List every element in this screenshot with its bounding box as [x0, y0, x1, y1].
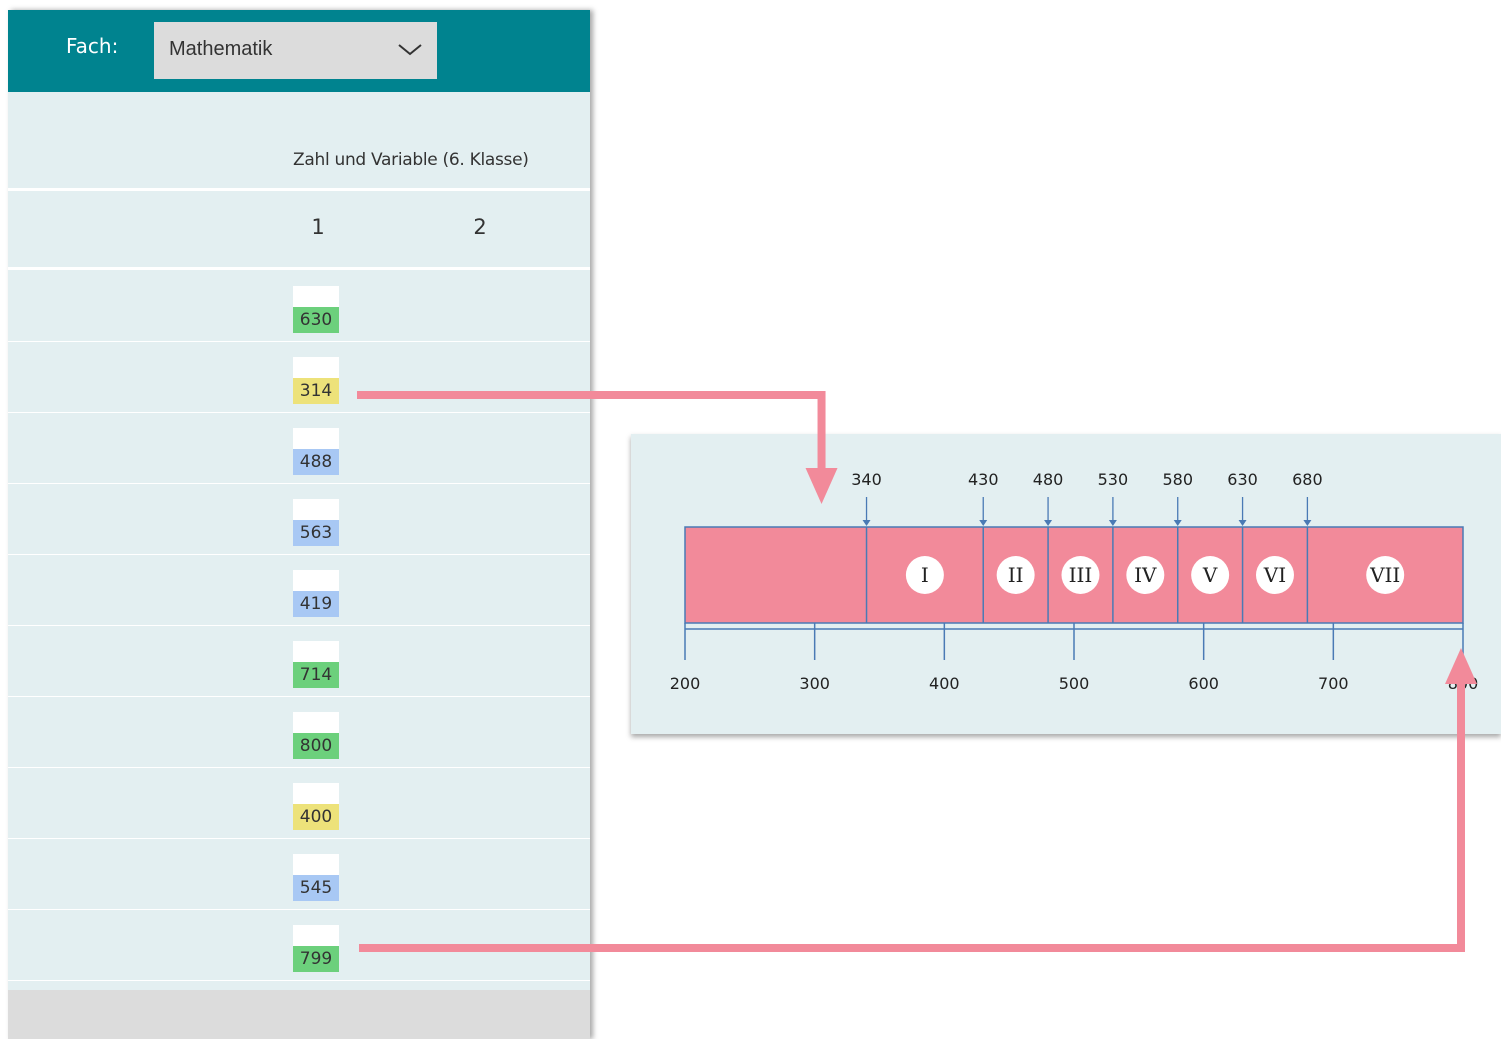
- score-badge[interactable]: 419: [293, 570, 339, 617]
- threshold-label: 530: [1098, 470, 1129, 489]
- table-row: 800: [8, 697, 590, 768]
- threshold-label: 580: [1162, 470, 1193, 489]
- level-label: III: [1069, 563, 1093, 587]
- column-header-1: 1: [311, 215, 325, 239]
- threshold-label: 340: [851, 470, 882, 489]
- axis-tick-label: 500: [1059, 674, 1090, 693]
- score-value: 714: [299, 665, 333, 685]
- score-value: 400: [299, 807, 333, 827]
- axis-tick-label: 200: [670, 674, 701, 693]
- arrow-down-icon: [1173, 520, 1182, 526]
- arrow-down-icon: [1303, 520, 1312, 526]
- score-value: 488: [299, 452, 333, 472]
- table-row: 545: [8, 839, 590, 910]
- score-value: 563: [299, 523, 333, 543]
- arrow-down-icon: [1108, 520, 1117, 526]
- level-label: VII: [1369, 563, 1400, 587]
- table-row: 314: [8, 342, 590, 413]
- chevron-down-icon: [398, 44, 422, 56]
- score-badge[interactable]: 563: [293, 499, 339, 546]
- table-row: 630: [8, 271, 590, 342]
- axis-tick-label: 600: [1188, 674, 1219, 693]
- score-badge[interactable]: 314: [293, 357, 339, 404]
- subject-label: Fach:: [66, 34, 119, 58]
- score-value: 419: [299, 594, 333, 614]
- score-badge[interactable]: 800: [293, 712, 339, 759]
- arrow-down-icon: [1238, 520, 1247, 526]
- threshold-label: 480: [1033, 470, 1064, 489]
- column-header-2: 2: [473, 215, 487, 239]
- arrow-down-icon: [862, 520, 871, 526]
- column-header-row: 1 2: [8, 191, 590, 267]
- panel-footer: [8, 990, 590, 1039]
- competency-group-header: Zahl und Variable (6. Klasse): [8, 92, 590, 188]
- score-badge[interactable]: 799: [293, 925, 339, 972]
- axis-tick-label: 400: [929, 674, 960, 693]
- score-value: 800: [299, 736, 333, 756]
- proficiency-scale: 340 430 480 530 580 630 680I II III IV V VI VII200 30…: [670, 470, 1479, 693]
- level-label: IV: [1134, 563, 1157, 587]
- axis-tick-label: 800: [1448, 674, 1479, 693]
- threshold-label: 430: [968, 470, 999, 489]
- column-divider: [8, 267, 590, 270]
- score-value: 630: [299, 310, 333, 330]
- axis-tick-label: 300: [799, 674, 830, 693]
- threshold-label: 630: [1227, 470, 1258, 489]
- table-row: 400: [8, 768, 590, 839]
- level-label: II: [1008, 563, 1024, 587]
- score-badge[interactable]: 545: [293, 854, 339, 901]
- axis-tick-label: 700: [1318, 674, 1349, 693]
- threshold-label: 680: [1292, 470, 1323, 489]
- table-row: 714: [8, 626, 590, 697]
- subject-select-value: Mathematik: [169, 38, 273, 60]
- table-row: 799: [8, 910, 590, 981]
- level-label: I: [921, 563, 929, 587]
- subject-header: Fach: Mathematik: [8, 10, 590, 92]
- arrow-down-icon: [979, 520, 988, 526]
- table-row: 563: [8, 484, 590, 555]
- score-value: 314: [299, 381, 333, 401]
- arrow-down-icon: [1044, 520, 1053, 526]
- subject-select[interactable]: Mathematik: [154, 22, 437, 79]
- score-value: 545: [299, 878, 333, 898]
- level-label: VI: [1263, 563, 1286, 587]
- competency-group-title: Zahl und Variable (6. Klasse): [293, 150, 529, 170]
- score-badge[interactable]: 630: [293, 286, 339, 333]
- score-badge[interactable]: 714: [293, 641, 339, 688]
- score-badge[interactable]: 488: [293, 428, 339, 475]
- score-badge[interactable]: 400: [293, 783, 339, 830]
- table-row: 419: [8, 555, 590, 626]
- proficiency-scale-card: 340 430 480 530 580 630 680 I II III IV V VI VII 200 30…: [631, 434, 1501, 734]
- score-value: 799: [299, 949, 333, 969]
- table-row: 488: [8, 413, 590, 484]
- competency-panel: Fach: Mathematik Zahl und Variable (6. K…: [8, 10, 590, 1039]
- level-label: V: [1202, 563, 1218, 587]
